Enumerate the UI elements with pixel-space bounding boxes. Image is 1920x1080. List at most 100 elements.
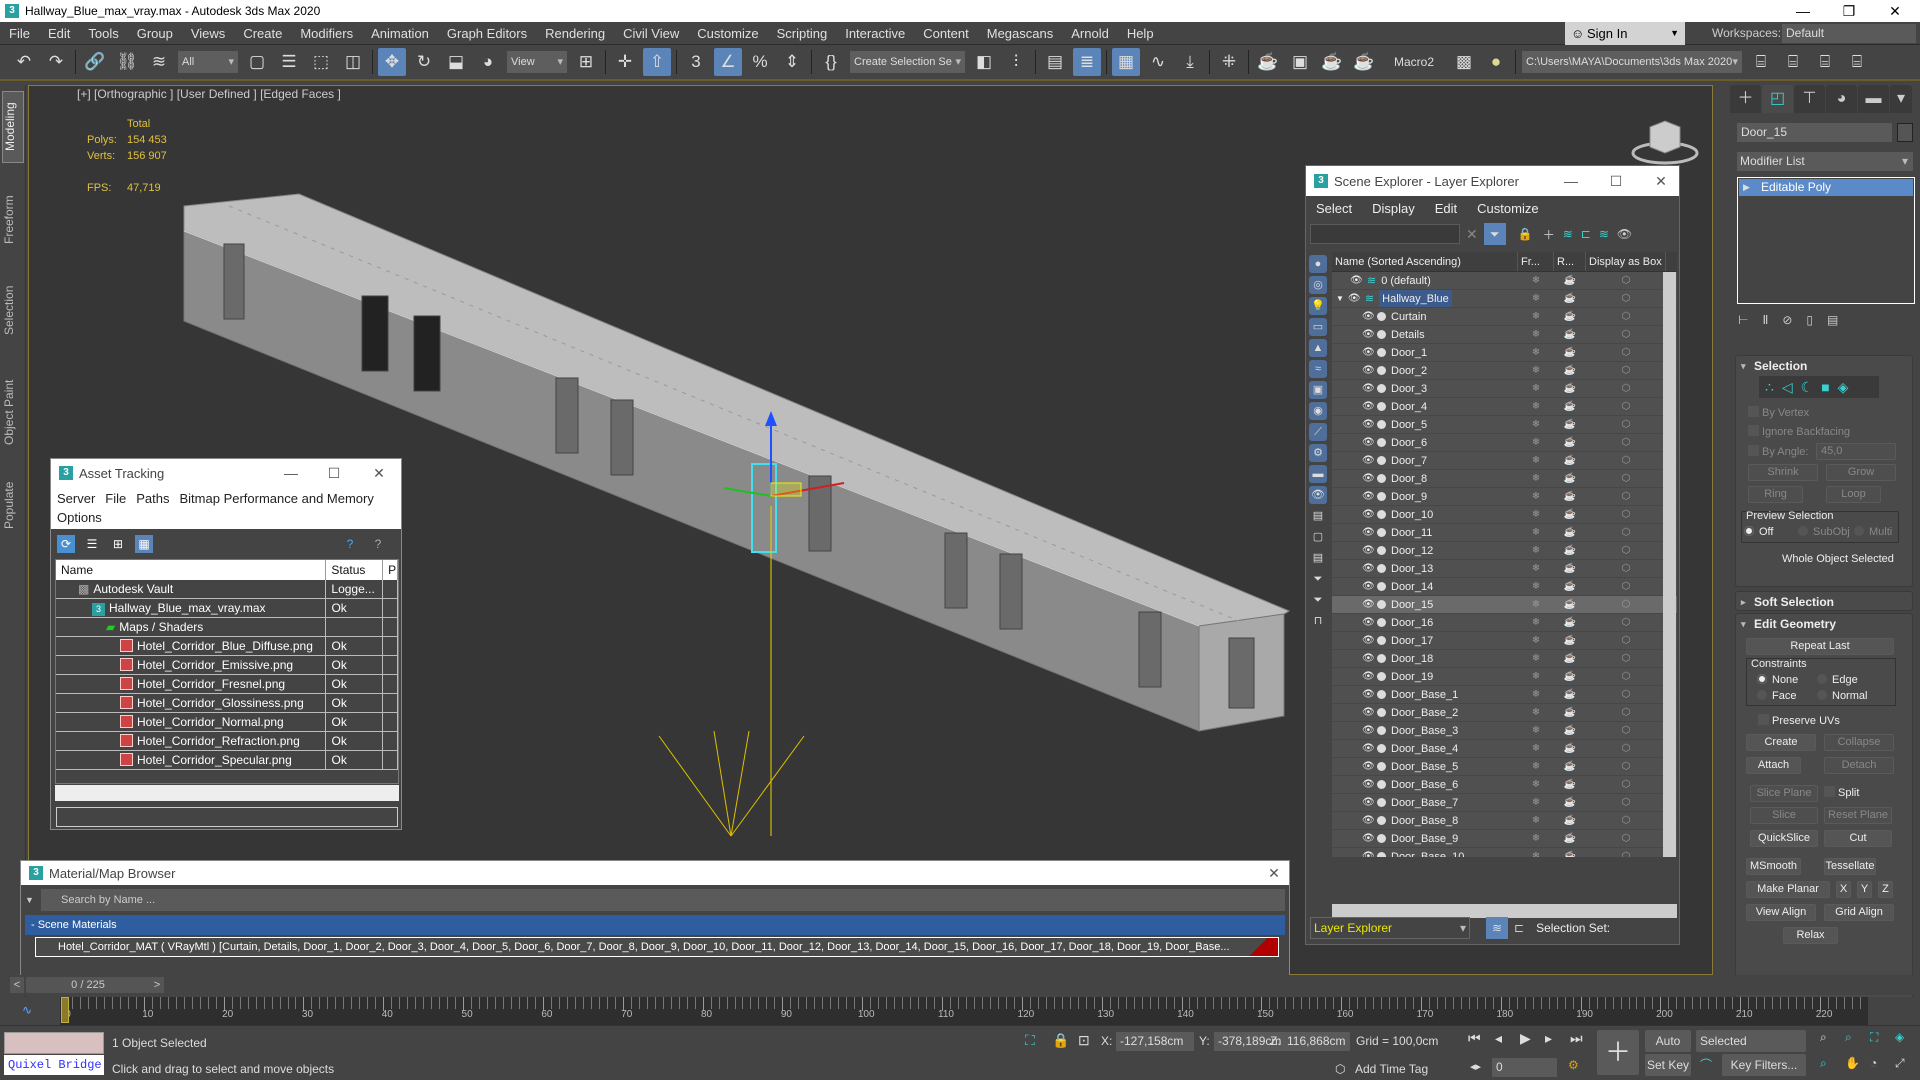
visibility-eye-icon[interactable]: 👁 bbox=[1362, 686, 1375, 703]
play-icon[interactable]: ▶ bbox=[1520, 1030, 1531, 1047]
modify-tab-icon[interactable]: ◰ bbox=[1762, 85, 1793, 113]
maximize-button[interactable]: ☐ bbox=[1601, 166, 1631, 196]
material-sphere-icon[interactable]: ● bbox=[1482, 48, 1510, 76]
freeze-icon[interactable]: ❄ bbox=[1518, 830, 1554, 847]
make-planar-button[interactable]: Make Planar bbox=[1746, 881, 1830, 898]
display-as-box-icon[interactable]: ⬡ bbox=[1586, 380, 1666, 397]
display-helpers-icon[interactable]: ▲ bbox=[1309, 339, 1327, 357]
visibility-eye-icon[interactable]: 👁 bbox=[1362, 398, 1375, 415]
asset-row[interactable]: ▰ Maps / Shaders bbox=[56, 618, 398, 637]
object-row[interactable]: 👁 Door_17 ❄ ☕ ⬡ bbox=[1332, 632, 1677, 650]
keyboard-shortcut-icon[interactable]: ⇧ bbox=[643, 48, 671, 76]
object-row[interactable]: 👁 Door_3 ❄ ☕ ⬡ bbox=[1332, 380, 1677, 398]
display-cameras-icon[interactable]: ▭ bbox=[1309, 318, 1327, 336]
display-none-icon[interactable]: ▢ bbox=[1309, 528, 1327, 546]
expand-toggle-icon[interactable]: ▼ bbox=[1336, 290, 1344, 307]
object-row[interactable]: 👁 Door_4 ❄ ☕ ⬡ bbox=[1332, 398, 1677, 416]
viewcube-icon[interactable] bbox=[1630, 115, 1700, 165]
display-all-icon[interactable]: ▤ bbox=[1309, 507, 1327, 525]
visibility-eye-icon[interactable]: 👁 bbox=[1362, 524, 1375, 541]
menu-file[interactable]: File bbox=[0, 22, 39, 45]
renderable-teapot-icon[interactable]: ☕ bbox=[1554, 272, 1586, 289]
angle-spinner[interactable]: 45,0 bbox=[1816, 443, 1896, 460]
menu-animation[interactable]: Animation bbox=[362, 22, 438, 45]
goto-start-icon[interactable]: ⏮ bbox=[1468, 1030, 1481, 1047]
renderable-teapot-icon[interactable]: ☕ bbox=[1554, 668, 1586, 685]
menu-customize[interactable]: Customize bbox=[688, 22, 767, 45]
constraint-face-radio[interactable]: Face bbox=[1772, 690, 1796, 702]
object-row[interactable]: 👁 Door_8 ❄ ☕ ⬡ bbox=[1332, 470, 1677, 488]
hierarchy-tab-icon[interactable]: ⊤ bbox=[1794, 85, 1825, 113]
visibility-eye-icon[interactable]: 👁 bbox=[1362, 848, 1375, 858]
display-as-box-icon[interactable]: ⬡ bbox=[1586, 416, 1666, 433]
add-time-tag-button[interactable]: Add Time Tag bbox=[1355, 1062, 1428, 1076]
time-slider-handle[interactable]: 0 / 225 bbox=[26, 977, 150, 993]
object-row[interactable]: 👁 Door_16 ❄ ☕ ⬡ bbox=[1332, 614, 1677, 632]
freeze-icon[interactable]: ❄ bbox=[1518, 632, 1554, 649]
freeze-icon[interactable]: ❄ bbox=[1518, 542, 1554, 559]
planar-x-button[interactable]: X bbox=[1836, 881, 1851, 898]
object-row[interactable]: 👁 Door_Base_6 ❄ ☕ ⬡ bbox=[1332, 776, 1677, 794]
material-search-input[interactable]: Search by Name ... bbox=[25, 889, 1285, 911]
repeat-last-button[interactable]: Repeat Last bbox=[1746, 638, 1894, 655]
display-frozen-icon[interactable]: ▬ bbox=[1309, 465, 1327, 483]
attach-button[interactable]: Attach bbox=[1746, 757, 1801, 774]
asset-row[interactable]: Hotel_Corridor_Fresnel.png Ok bbox=[56, 675, 398, 694]
object-row[interactable]: 👁 Door_12 ❄ ☕ ⬡ bbox=[1332, 542, 1677, 560]
object-row[interactable]: 👁 Door_2 ❄ ☕ ⬡ bbox=[1332, 362, 1677, 380]
curve-editor-icon[interactable]: ∿ bbox=[1144, 48, 1172, 76]
object-row[interactable]: 👁 Details ❄ ☕ ⬡ bbox=[1332, 326, 1677, 344]
display-spacewarps-icon[interactable]: ≈ bbox=[1309, 360, 1327, 378]
object-name-field[interactable]: Door_15 bbox=[1737, 123, 1892, 142]
ribbon-tab-modeling[interactable]: Modeling bbox=[2, 91, 24, 163]
ribbon-tab-populate[interactable]: Populate bbox=[2, 470, 24, 540]
freeze-icon[interactable]: ❄ bbox=[1518, 470, 1554, 487]
current-frame-spinner[interactable]: 0 bbox=[1492, 1058, 1557, 1077]
object-row[interactable]: 👁 Door_7 ❄ ☕ ⬡ bbox=[1332, 452, 1677, 470]
column-path[interactable]: P bbox=[383, 560, 398, 580]
freeze-icon[interactable]: ❄ bbox=[1518, 794, 1554, 811]
object-row[interactable]: 👁 Door_Base_2 ❄ ☕ ⬡ bbox=[1332, 704, 1677, 722]
align-icon[interactable]: ⫶ bbox=[1002, 48, 1030, 76]
mirror-icon[interactable]: ◧ bbox=[970, 48, 998, 76]
restore-button[interactable]: ❐ bbox=[1826, 0, 1872, 22]
renderable-teapot-icon[interactable]: ☕ bbox=[1554, 686, 1586, 703]
menu-interactive[interactable]: Interactive bbox=[836, 22, 914, 45]
freeze-icon[interactable]: ❄ bbox=[1518, 434, 1554, 451]
asset-row[interactable]: Hotel_Corridor_Glossiness.png Ok bbox=[56, 694, 398, 713]
select-scale-icon[interactable]: ⬓ bbox=[442, 48, 470, 76]
rect-selection-icon[interactable]: ⬚ bbox=[307, 48, 335, 76]
visibility-eye-icon[interactable]: 👁 bbox=[1362, 632, 1375, 649]
visibility-eye-icon[interactable]: 👁 bbox=[1362, 560, 1375, 577]
freeze-icon[interactable]: ❄ bbox=[1518, 686, 1554, 703]
renderable-teapot-icon[interactable]: ☕ bbox=[1554, 650, 1586, 667]
pivot-center-icon[interactable]: ⊞ bbox=[572, 48, 600, 76]
layer-row[interactable]: ▼ 👁 ≋ Hallway_Blue ❄ ☕ ⬡ bbox=[1332, 290, 1677, 308]
asset-row[interactable]: Hotel_Corridor_Refraction.png Ok bbox=[56, 732, 398, 751]
schematic-view-icon[interactable]: ⤓ bbox=[1176, 48, 1204, 76]
project-hierarchy-icon[interactable]: ⌸ bbox=[1811, 48, 1839, 76]
visibility-eye-icon[interactable]: 👁 bbox=[1362, 704, 1375, 721]
asset-row[interactable]: 3 Hallway_Blue_max_vray.max Ok bbox=[56, 599, 398, 618]
object-row[interactable]: 👁 Door_Base_1 ❄ ☕ ⬡ bbox=[1332, 686, 1677, 704]
renderable-teapot-icon[interactable]: ☕ bbox=[1554, 290, 1586, 307]
renderable-teapot-icon[interactable]: ☕ bbox=[1554, 830, 1586, 847]
set-keys-big-icon[interactable]: ＋ bbox=[1597, 1030, 1639, 1075]
create-button[interactable]: Create bbox=[1746, 734, 1816, 751]
column-name[interactable]: Name bbox=[56, 560, 327, 580]
scene-explorer-menu-customize[interactable]: Customize bbox=[1467, 201, 1548, 216]
scene-explorer-menu-edit[interactable]: Edit bbox=[1425, 201, 1467, 216]
visibility-eye-icon[interactable]: 👁 bbox=[1362, 668, 1375, 685]
help-icon[interactable]: ? bbox=[369, 535, 387, 553]
reset-plane-button[interactable]: Reset Plane bbox=[1824, 807, 1892, 824]
display-as-box-icon[interactable]: ⬡ bbox=[1586, 308, 1666, 325]
renderable-teapot-icon[interactable]: ☕ bbox=[1554, 362, 1586, 379]
freeze-icon[interactable]: ❄ bbox=[1518, 614, 1554, 631]
freeze-icon[interactable]: ❄ bbox=[1518, 524, 1554, 541]
tessellate-button[interactable]: Tessellate bbox=[1824, 858, 1876, 875]
shrink-button[interactable]: Shrink bbox=[1748, 464, 1818, 481]
collapse-button[interactable]: Collapse bbox=[1824, 734, 1894, 751]
object-row[interactable]: 👁 Door_13 ❄ ☕ ⬡ bbox=[1332, 560, 1677, 578]
freeze-icon[interactable]: ❄ bbox=[1518, 776, 1554, 793]
visibility-eye-icon[interactable]: 👁 bbox=[1362, 362, 1375, 379]
